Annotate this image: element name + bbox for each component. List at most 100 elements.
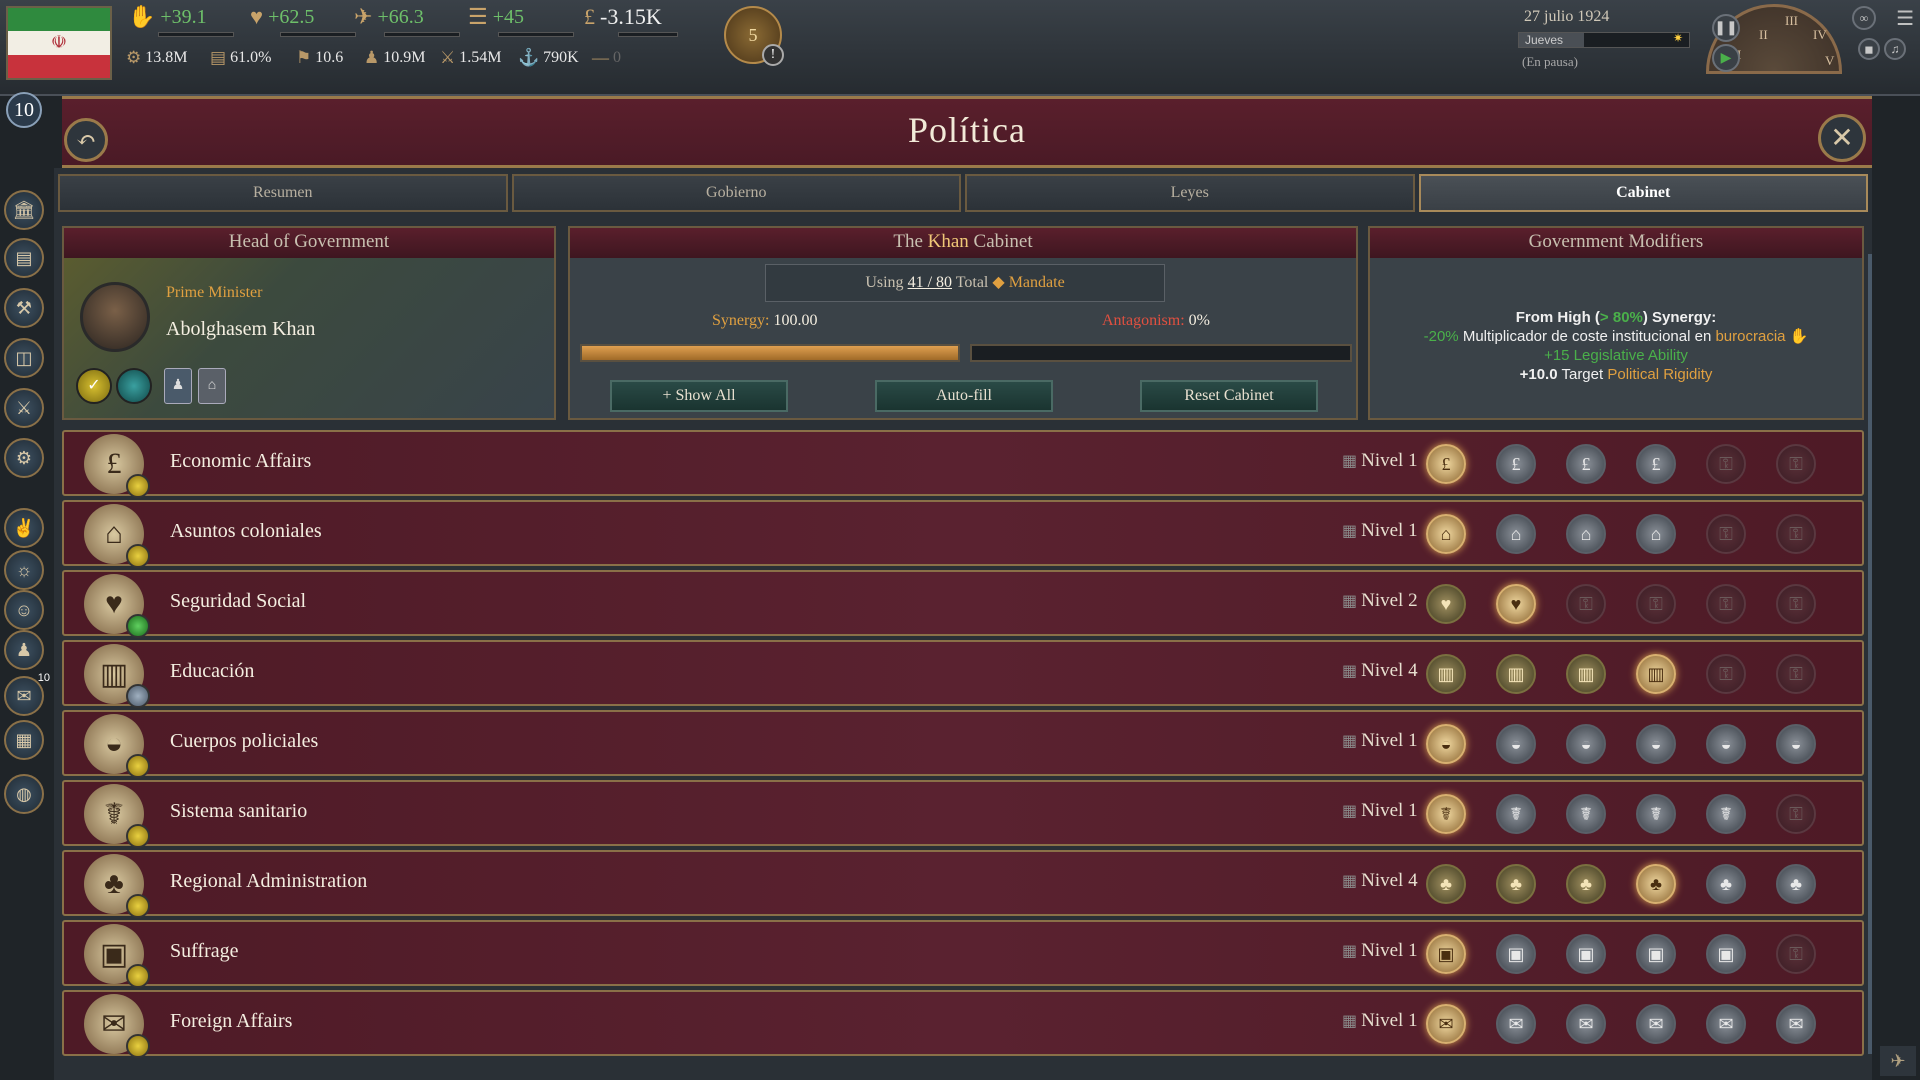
market-icon[interactable]: ◫ xyxy=(4,338,44,378)
ministry-slot[interactable]: ♣ xyxy=(1496,864,1536,904)
ministry-slot[interactable]: ◒ xyxy=(1426,724,1466,764)
stat-legitimacy[interactable]: ✋ +39.1 xyxy=(128,4,234,37)
scrollbar[interactable] xyxy=(1868,254,1872,1054)
religion-icon[interactable]: ☼ xyxy=(4,550,44,590)
link-icon[interactable]: ∞ xyxy=(1852,6,1876,30)
stat-influence[interactable]: ✈ +66.3 xyxy=(354,4,460,37)
ideology-trait-icon[interactable]: ✓ xyxy=(76,368,112,404)
ministry-slot[interactable]: ☤ xyxy=(1566,794,1606,834)
economy-icon[interactable]: ▤ xyxy=(4,238,44,278)
stat-population[interactable]: ♟ 10.9M xyxy=(364,48,425,68)
notifications-icon[interactable]: ✉ 10 xyxy=(4,672,50,716)
ministry-slot[interactable]: ◒ xyxy=(1566,724,1606,764)
ministry-slot[interactable]: ▣ xyxy=(1496,934,1536,974)
peace-icon[interactable]: ✌ xyxy=(4,508,44,548)
ministry-slot[interactable]: ✉ xyxy=(1566,1004,1606,1044)
pin-icon[interactable]: ✈ xyxy=(1880,1046,1916,1076)
ministry-slot[interactable]: ✉ xyxy=(1776,1004,1816,1044)
tab-resumen[interactable]: Resumen xyxy=(58,174,508,212)
ministry-slot[interactable]: ✉ xyxy=(1496,1004,1536,1044)
ministry-slot[interactable]: ⌂ xyxy=(1426,514,1466,554)
pause-icon[interactable]: ❚❚ xyxy=(1712,14,1740,42)
ministry-slot[interactable]: ◒ xyxy=(1496,724,1536,764)
prime-minister-portrait[interactable] xyxy=(80,282,150,352)
ministry-slot[interactable]: ☤ xyxy=(1496,794,1536,834)
stat-money[interactable]: £ -3.15K xyxy=(584,4,678,37)
ministry-row[interactable]: ▣ Suffrage ▦ Nivel 1 ▣ ▣ ▣ ▣ ▣ ⚿ xyxy=(62,920,1864,988)
ministry-slot[interactable]: ♣ xyxy=(1566,864,1606,904)
ministry-slot[interactable]: ▥ xyxy=(1566,654,1606,694)
ministry-slot[interactable]: £ xyxy=(1496,444,1536,484)
ministry-row[interactable]: ☤ Sistema sanitario ▦ Nivel 1 ☤ ☤ ☤ ☤ ☤ ⚿ xyxy=(62,780,1864,848)
ministry-row[interactable]: ⌂ Asuntos coloniales ▦ Nivel 1 ⌂ ⌂ ⌂ ⌂ ⚿ ⚿ xyxy=(62,500,1864,568)
stat-infamy[interactable]: —0 xyxy=(592,48,621,68)
ministry-slot[interactable]: ♣ xyxy=(1706,864,1746,904)
stat-navy[interactable]: ⚓ 790K xyxy=(518,48,579,68)
ministry-slot[interactable]: £ xyxy=(1636,444,1676,484)
ministry-slot[interactable]: ✉ xyxy=(1426,1004,1466,1044)
interest-group-icon[interactable] xyxy=(116,368,152,404)
stat-prestige[interactable]: ⚑ 10.6 xyxy=(296,48,343,68)
ministry-slot[interactable]: £ xyxy=(1566,444,1606,484)
prime-minister-name[interactable]: Abolghasem Khan xyxy=(166,318,315,341)
alerts-button[interactable]: 5! xyxy=(724,6,784,66)
ministry-row[interactable]: ♣ Regional Administration ▦ Nivel 4 ♣ ♣ ♣ ♣ ♣ ♣ xyxy=(62,850,1864,918)
ministry-row[interactable]: ♥ Seguridad Social ▦ Nivel 2 ♥ ♥ ⚿ ⚿ ⚿ ⚿ xyxy=(62,570,1864,638)
ministry-slot[interactable]: ⌂ xyxy=(1566,514,1606,554)
music-icon[interactable]: ♫ xyxy=(1884,38,1906,60)
culture-icon[interactable]: ☺ xyxy=(4,590,44,630)
stat-bureaucracy[interactable]: ☰ +45 xyxy=(468,4,574,37)
ministry-slot[interactable]: ▣ xyxy=(1706,934,1746,974)
ministry-slot[interactable]: ◒ xyxy=(1636,724,1676,764)
back-button[interactable]: ↶ xyxy=(64,118,108,162)
ministry-slot[interactable]: ☤ xyxy=(1426,794,1466,834)
ministry-slot[interactable]: ♣ xyxy=(1636,864,1676,904)
ministry-slot[interactable]: £ xyxy=(1426,444,1466,484)
institution-trait-icon[interactable]: ⌂ xyxy=(198,368,226,404)
ministry-slot[interactable]: ✉ xyxy=(1636,1004,1676,1044)
ministry-row[interactable]: ◒ Cuerpos policiales ▦ Nivel 1 ◒ ◒ ◒ ◒ ◒ ◒ xyxy=(62,710,1864,778)
ledger-icon[interactable]: ▦ xyxy=(4,720,44,760)
ministry-slot[interactable]: ▥ xyxy=(1426,654,1466,694)
reset-cabinet-button[interactable]: Reset Cabinet xyxy=(1140,380,1318,412)
close-button[interactable]: ✕ xyxy=(1818,114,1866,162)
country-flag[interactable]: ☫ xyxy=(6,6,112,80)
tab-gobierno[interactable]: Gobierno xyxy=(511,174,961,212)
ministry-slot[interactable]: ☤ xyxy=(1636,794,1676,834)
stat-authority[interactable]: ♥ +62.5 xyxy=(250,4,356,37)
industry-icon[interactable]: ⚒ xyxy=(4,288,44,328)
ministry-slot[interactable]: ⌂ xyxy=(1636,514,1676,554)
ministry-row[interactable]: ✉ Foreign Affairs ▦ Nivel 1 ✉ ✉ ✉ ✉ ✉ ✉ xyxy=(62,990,1864,1058)
show-all-button[interactable]: + Show All xyxy=(610,380,788,412)
people-icon[interactable]: ♟ xyxy=(4,630,44,670)
ministry-slot[interactable]: ▣ xyxy=(1636,934,1676,974)
ministry-slot[interactable]: ▣ xyxy=(1426,934,1466,974)
ministry-slot[interactable]: ♣ xyxy=(1426,864,1466,904)
tab-leyes[interactable]: Leyes xyxy=(965,174,1415,212)
rank-badge[interactable]: 10 xyxy=(6,92,42,128)
stat-gdp[interactable]: ⚙ 13.8M xyxy=(126,48,187,68)
character-trait-icon[interactable]: ♟ xyxy=(164,368,192,404)
ministry-row[interactable]: £ Economic Affairs ▦ Nivel 1 £ £ £ £ ⚿ ⚿ xyxy=(62,430,1864,498)
ministry-slot[interactable]: ▥ xyxy=(1636,654,1676,694)
ministry-slot[interactable]: ✉ xyxy=(1706,1004,1746,1044)
menu-icon[interactable]: ☰ xyxy=(1896,6,1914,31)
ministry-slot[interactable]: ◒ xyxy=(1706,724,1746,764)
auto-fill-button[interactable]: Auto-fill xyxy=(875,380,1053,412)
ministry-slot[interactable]: ▥ xyxy=(1496,654,1536,694)
ministry-slot[interactable]: ◒ xyxy=(1776,724,1816,764)
play-icon[interactable]: ▶ xyxy=(1712,44,1740,72)
government-icon[interactable]: 🏛 xyxy=(4,190,44,230)
ministry-slot[interactable]: ▣ xyxy=(1566,934,1606,974)
map-mode-icon[interactable]: ◼ xyxy=(1858,38,1880,60)
ministry-slot[interactable]: ♣ xyxy=(1776,864,1816,904)
ministry-slot[interactable]: ⌂ xyxy=(1496,514,1536,554)
military-icon[interactable]: ⚔ xyxy=(4,388,44,428)
world-icon[interactable]: ◍ xyxy=(4,774,44,814)
ministry-row[interactable]: ▥ Educación ▦ Nivel 4 ▥ ▥ ▥ ▥ ⚿ ⚿ xyxy=(62,640,1864,708)
tab-cabinet[interactable]: Cabinet xyxy=(1418,174,1868,212)
diplomacy-icon[interactable]: ⚙ xyxy=(4,438,44,478)
stat-literacy[interactable]: ▤ 61.0% xyxy=(210,48,271,68)
ministry-slot[interactable]: ☤ xyxy=(1706,794,1746,834)
ministry-slot[interactable]: ♥ xyxy=(1496,584,1536,624)
